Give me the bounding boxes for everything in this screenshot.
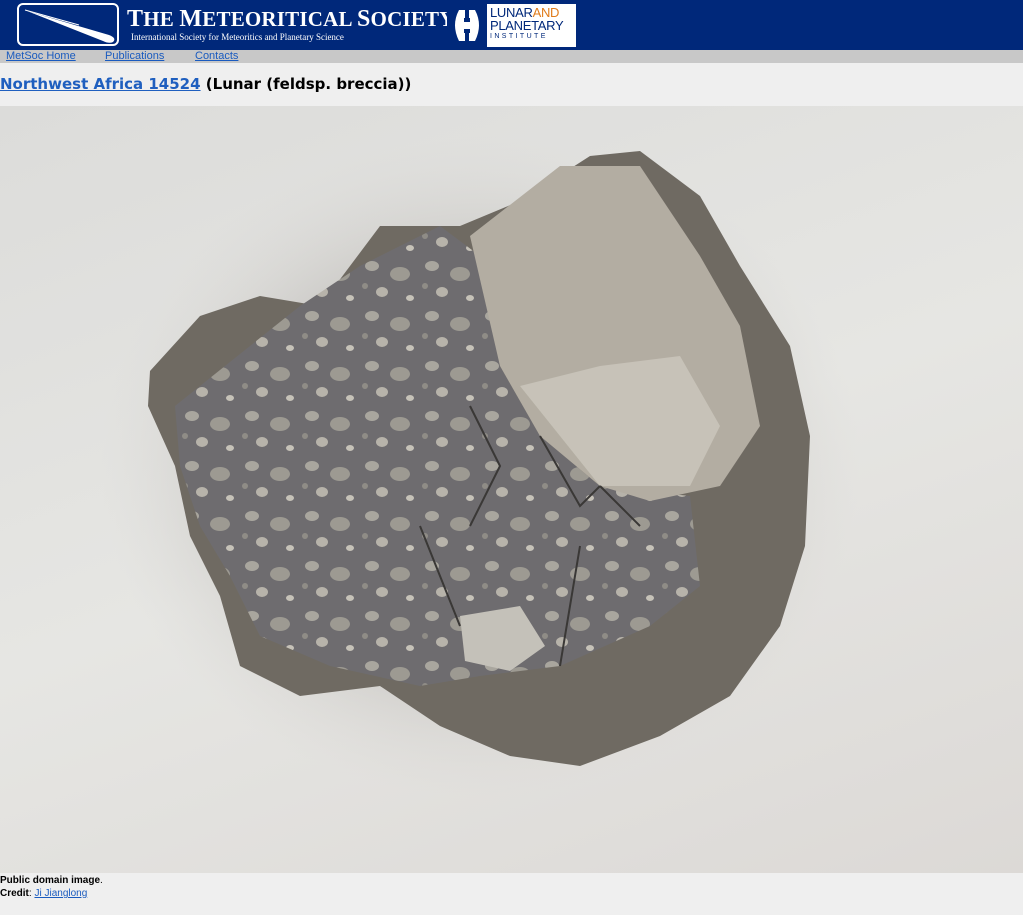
- lpi-emblem-icon: [447, 4, 487, 47]
- credit-label: Credit: [0, 888, 29, 899]
- lpi-wordmark: LUNARAND PLANETARY INSTITUTE: [490, 6, 576, 41]
- lpi-institute: INSTITUTE: [490, 33, 548, 40]
- nav-contacts-link[interactable]: Contacts: [195, 50, 238, 63]
- metsoc-title-ociety: OCIETY: [370, 7, 455, 31]
- meteorite-name-link[interactable]: Northwest Africa 14524: [0, 75, 201, 93]
- image-caption: Public domain image. Credit: Ji Jianglon…: [0, 874, 103, 900]
- metsoc-title-t: T: [127, 6, 144, 32]
- meteorite-photo: [0, 106, 1023, 873]
- nav-bar: MetSoc Home Publications Contacts: [0, 50, 1023, 63]
- lpi-planetary: PLANETARY: [490, 18, 564, 33]
- page-title: Northwest Africa 14524 (Lunar (feldsp. b…: [0, 75, 411, 93]
- metsoc-title[interactable]: THE METEORITICAL SOCIETY: [127, 6, 455, 33]
- nav-publications-link[interactable]: Publications: [105, 50, 164, 63]
- nav-metsoc-home-link[interactable]: MetSoc Home: [6, 50, 76, 63]
- lpi-logo[interactable]: LUNARAND PLANETARY INSTITUTE: [447, 4, 576, 47]
- metsoc-title-he: HE: [143, 7, 180, 31]
- meteorite-classification: (Lunar (feldsp. breccia)): [200, 75, 412, 93]
- metsoc-meteor-logo[interactable]: [17, 3, 119, 46]
- metsoc-title-eteoritical: ETEORITICAL: [202, 7, 357, 31]
- license-suffix: .: [100, 875, 103, 886]
- metsoc-title-m: M: [179, 6, 203, 32]
- metsoc-subtitle: International Society for Meteoritics an…: [131, 32, 344, 42]
- credit-name-link[interactable]: Ji Jianglong: [34, 888, 87, 899]
- license-text: Public domain image: [0, 875, 101, 886]
- metsoc-title-s: S: [356, 6, 371, 32]
- site-banner: THE METEORITICAL SOCIETY International S…: [0, 0, 1023, 50]
